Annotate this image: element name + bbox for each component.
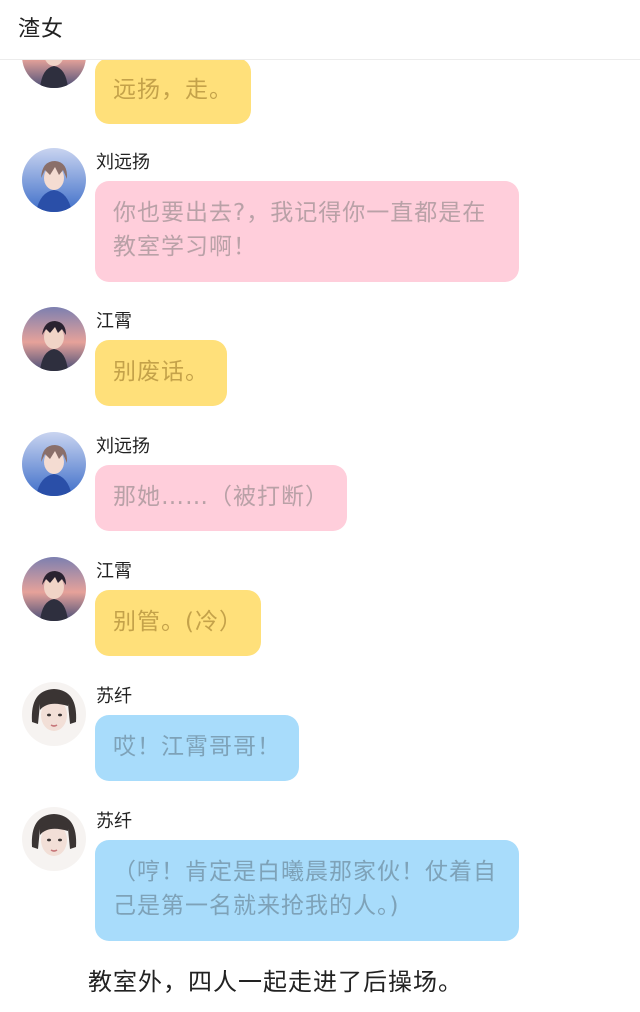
message-text: 别管。(冷） <box>113 609 243 635</box>
message-bubble: （哼！肯定是白曦晨那家伙！仗着自己是第一名就来抢我的人。) <box>95 840 519 941</box>
speaker-name: 江霄 <box>96 311 132 332</box>
message-bubble: 别废话。 <box>95 340 227 406</box>
message-bubble: 远扬，走。 <box>95 58 251 124</box>
speaker-name: 江霄 <box>96 561 132 582</box>
message-bubble: 那她……（被打断） <box>95 465 347 531</box>
message-text: （哼！肯定是白曦晨那家伙！仗着自己是第一名就来抢我的人。) <box>113 859 497 919</box>
narration-text: 教室外，四人一起走进了后操场。 <box>88 968 463 996</box>
message-bubble: 你也要出去?，我记得你一直都是在教室学习啊！ <box>95 181 519 282</box>
message-text: 别废话。 <box>113 359 209 385</box>
speaker-name: 刘远扬 <box>96 152 150 173</box>
jiangxiao-avatar[interactable] <box>22 557 86 621</box>
speaker-name: 苏纤 <box>96 686 132 707</box>
message-text: 哎！江霄哥哥！ <box>113 734 281 760</box>
message-bubble: 别管。(冷） <box>95 590 261 656</box>
liuyuanyang-avatar[interactable] <box>22 148 86 212</box>
message-text: 那她……（被打断） <box>113 484 329 510</box>
message-text: 远扬，走。 <box>113 77 233 103</box>
jiangxiao-avatar[interactable] <box>22 307 86 371</box>
page-title: 渣女 <box>18 17 65 42</box>
suqian-avatar[interactable] <box>22 807 86 871</box>
message-text: 你也要出去?，我记得你一直都是在教室学习啊！ <box>113 200 487 260</box>
speaker-name: 苏纤 <box>96 811 132 832</box>
message-bubble: 哎！江霄哥哥！ <box>95 715 299 781</box>
top-bar: 渣女 <box>0 0 640 60</box>
suqian-avatar[interactable] <box>22 682 86 746</box>
chat-feed: 远扬，走。 刘远扬 你也要出去?，我记得你一直都是在教室学习啊！ 江霄 别废话。… <box>0 0 640 1012</box>
liuyuanyang-avatar[interactable] <box>22 432 86 496</box>
speaker-name: 刘远扬 <box>96 436 150 457</box>
